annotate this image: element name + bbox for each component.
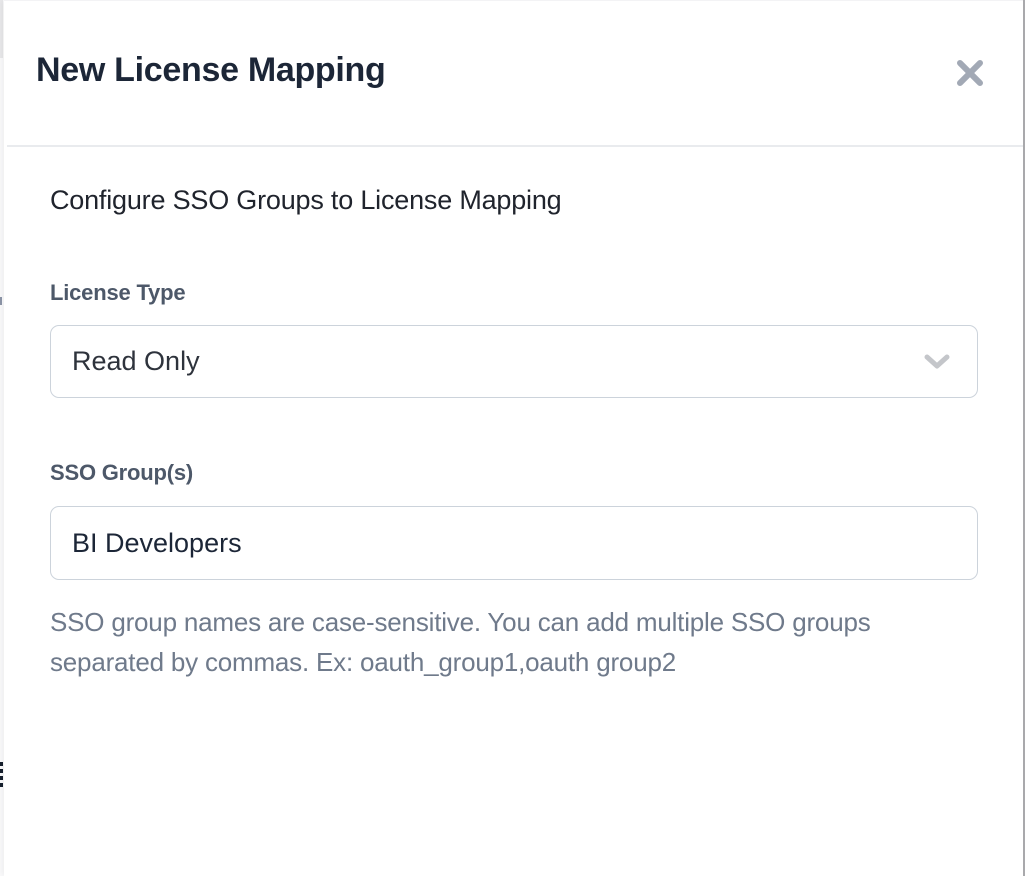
helper-line-2: separated by commas. Ex: oauth_group1,oa… xyxy=(50,642,871,682)
sso-groups-helper-text: SSO group names are case-sensitive. You … xyxy=(50,602,871,682)
page-edge-top-fragment xyxy=(0,0,3,58)
license-type-selected-value: Read Only xyxy=(51,346,200,377)
modal-title: New License Mapping xyxy=(36,51,385,90)
sso-groups-label: SSO Group(s) xyxy=(50,460,193,486)
close-icon xyxy=(953,56,987,90)
list-icon-fragment xyxy=(0,762,3,788)
page-fragment-dot xyxy=(0,297,2,305)
helper-line-1: SSO group names are case-sensitive. You … xyxy=(50,602,871,642)
window-edge-line xyxy=(1023,0,1025,876)
sso-groups-input[interactable] xyxy=(50,506,978,580)
chevron-down-icon xyxy=(923,353,951,371)
new-license-mapping-modal: New License Mapping Configure SSO Groups… xyxy=(4,0,1023,876)
license-type-label: License Type xyxy=(50,280,185,306)
modal-subtitle: Configure SSO Groups to License Mapping xyxy=(50,185,562,216)
header-divider xyxy=(7,145,1023,147)
license-type-select[interactable]: Read Only xyxy=(50,325,978,398)
page: { "page": { "background_fragments": { "l… xyxy=(0,0,1028,876)
close-button[interactable] xyxy=(948,51,992,95)
